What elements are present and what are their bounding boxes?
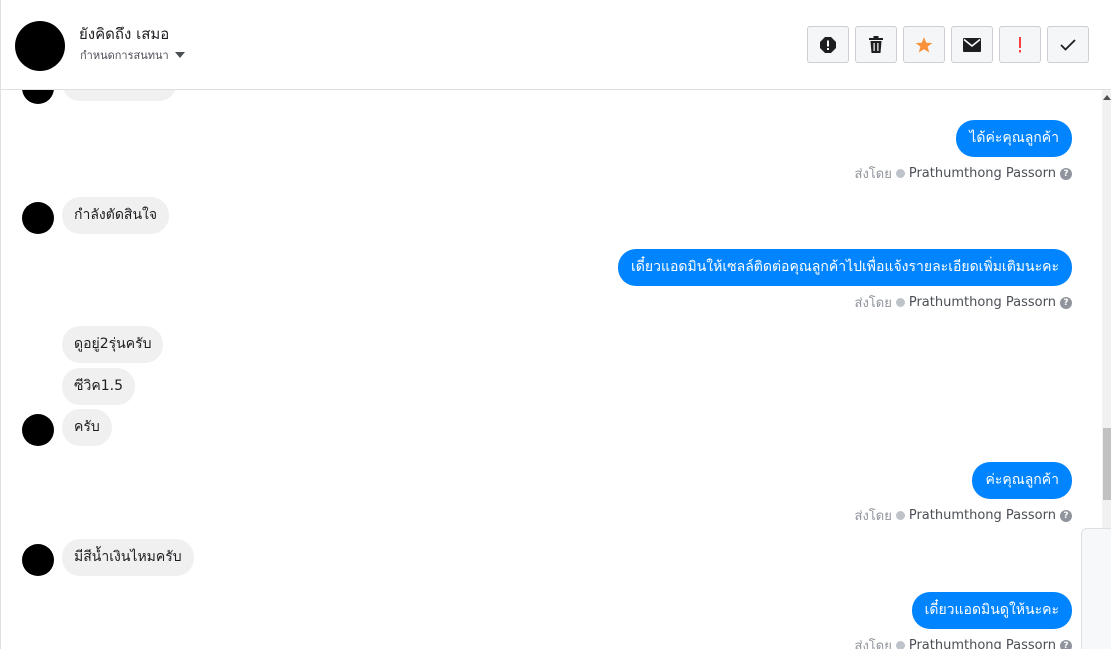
mark-unread-button[interactable] xyxy=(951,26,993,63)
contact-name[interactable]: ยังคิดถึง เสมอ xyxy=(79,22,169,46)
sender-name[interactable]: Prathumthong Passorn xyxy=(909,638,1056,649)
delete-button[interactable] xyxy=(855,26,897,63)
page-badge-icon xyxy=(895,511,905,520)
conversation-window: ยังคิดถึง เสมอ กำหนดการสนทนา ได้ค่ะคุณลู… xyxy=(0,0,1111,649)
help-icon[interactable]: ? xyxy=(1060,509,1072,522)
trash-icon xyxy=(869,35,883,53)
help-icon[interactable]: ? xyxy=(1060,296,1072,309)
conversation-settings-dropdown[interactable]: กำหนดการสนทนา xyxy=(80,46,185,64)
sent-by-label: ส่งโดย xyxy=(854,167,892,182)
star-icon xyxy=(915,36,933,52)
sender-avatar xyxy=(22,414,54,446)
page-badge-icon xyxy=(895,169,905,178)
outgoing-message: เดี๋ยวแอดมินดูให้นะคะ xyxy=(911,592,1072,629)
incoming-message: ดูอยู่2รุ่นครับ xyxy=(62,326,164,363)
sender-name[interactable]: Prathumthong Passorn xyxy=(909,166,1056,181)
report-spam-icon xyxy=(820,36,836,53)
envelope-icon xyxy=(963,37,981,52)
sent-by-line: ส่งโดย Prathumthong Passorn ? xyxy=(855,163,1072,184)
sent-by-label: ส่งโดย xyxy=(854,509,892,524)
sender-name[interactable]: Prathumthong Passorn xyxy=(909,508,1056,523)
page-badge-icon xyxy=(895,641,905,649)
side-panel-tab[interactable] xyxy=(1081,528,1111,649)
contact-avatar[interactable] xyxy=(15,21,65,71)
sender-avatar xyxy=(22,544,54,576)
sender-avatar xyxy=(22,202,54,234)
sent-by-line: ส่งโดย Prathumthong Passorn ? xyxy=(855,505,1072,526)
incoming-message: ซีวิค1.5 xyxy=(62,368,135,405)
outgoing-message: ได้ค่ะคุณลูกค้า xyxy=(956,120,1072,157)
mark-important-button[interactable] xyxy=(999,26,1041,63)
sender-name[interactable]: Prathumthong Passorn xyxy=(909,295,1056,310)
sent-by-label: ส่งโดย xyxy=(854,296,892,311)
conversation-settings-label: กำหนดการสนทนา xyxy=(80,49,169,62)
sent-by-label: ส่งโดย xyxy=(854,639,892,649)
exclamation-icon xyxy=(1019,36,1021,52)
check-icon xyxy=(1060,38,1076,51)
star-button[interactable] xyxy=(903,26,945,63)
header-actions xyxy=(807,26,1089,63)
caret-down-icon xyxy=(174,52,185,58)
outgoing-message: ค่ะคุณลูกค้า xyxy=(972,462,1072,499)
help-icon[interactable]: ? xyxy=(1060,639,1072,649)
conversation-header: ยังคิดถึง เสมอ กำหนดการสนทนา xyxy=(1,0,1111,90)
sent-by-line: ส่งโดย Prathumthong Passorn ? xyxy=(855,292,1072,313)
report-spam-button[interactable] xyxy=(807,26,849,63)
incoming-message: กำลังตัดสินใจ xyxy=(62,197,170,234)
mark-done-button[interactable] xyxy=(1047,26,1089,63)
scrollbar-thumb[interactable] xyxy=(1103,428,1111,500)
incoming-message: มีสีน้ำเงินไหมครับ xyxy=(62,539,194,576)
outgoing-message: เดี๋ยวแอดมินให้เซลล์ติดต่อคุณลูกค้าไปเพื… xyxy=(618,249,1072,286)
help-icon[interactable]: ? xyxy=(1060,167,1072,180)
sent-by-line: ส่งโดย Prathumthong Passorn ? xyxy=(855,635,1072,649)
scroll-up-arrow-icon[interactable] xyxy=(1103,95,1111,100)
incoming-message: ครับ xyxy=(62,409,112,446)
page-badge-icon xyxy=(895,298,905,307)
